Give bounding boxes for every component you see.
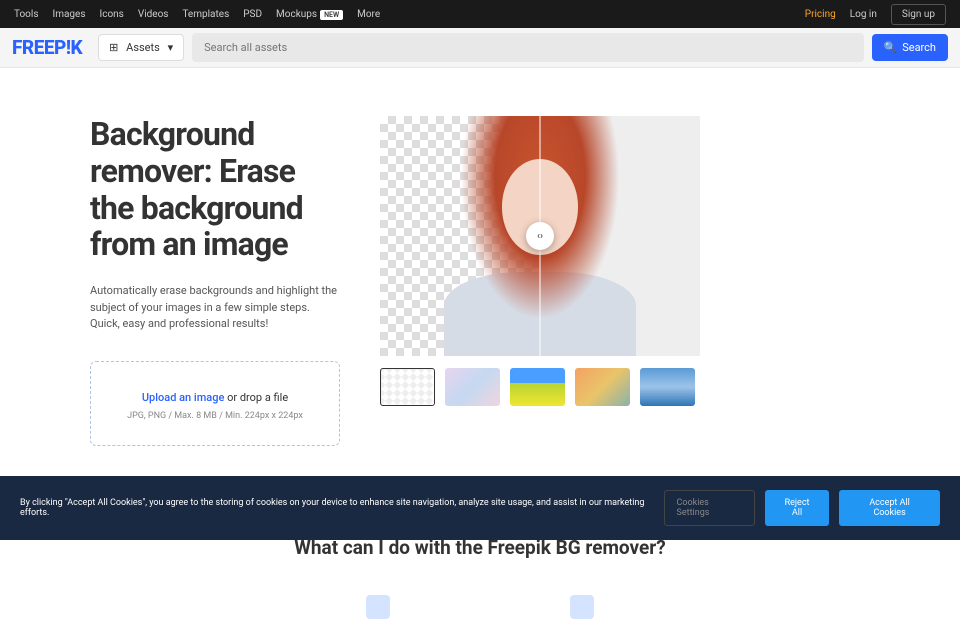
upload-hint: JPG, PNG / Max. 8 MB / Min. 224px x 224p… xyxy=(103,411,327,421)
reject-cookies-button[interactable]: Reject All xyxy=(765,490,829,526)
page-title: Background remover: Erase the background… xyxy=(90,116,340,263)
cookie-text: By clicking "Accept All Cookies", you ag… xyxy=(20,498,664,518)
thumb-sky[interactable] xyxy=(640,368,695,406)
chevron-down-icon: ▾ xyxy=(168,41,174,54)
hero-section: Background remover: Erase the background… xyxy=(70,116,890,446)
feature-icons xyxy=(0,595,960,619)
assets-dropdown[interactable]: ⊞ Assets ▾ xyxy=(98,34,184,61)
nav-pricing[interactable]: Pricing xyxy=(805,9,836,20)
nav-tools[interactable]: Tools xyxy=(14,9,38,20)
top-bar: Tools Images Icons Videos Templates PSD … xyxy=(0,0,960,28)
nav-videos[interactable]: Videos xyxy=(138,9,169,20)
feature-icon-1 xyxy=(366,595,390,619)
chevron-right-icon: › xyxy=(540,231,543,242)
features-section: What can I do with the Freepik BG remove… xyxy=(0,536,960,619)
nav-templates[interactable]: Templates xyxy=(182,9,229,20)
nav-mockups[interactable]: MockupsNEW xyxy=(276,9,343,20)
top-nav-right: Pricing Log in Sign up xyxy=(805,4,946,25)
grid-icon: ⊞ xyxy=(109,41,118,54)
preview-image[interactable]: ‹› xyxy=(380,116,700,356)
assets-label: Assets xyxy=(126,41,160,54)
thumb-gradient[interactable] xyxy=(575,368,630,406)
cookie-buttons: Cookies Settings Reject All Accept All C… xyxy=(664,490,940,526)
accept-cookies-button[interactable]: Accept All Cookies xyxy=(839,490,940,526)
thumb-pattern[interactable] xyxy=(445,368,500,406)
new-badge: NEW xyxy=(320,10,343,20)
upload-link[interactable]: Upload an image xyxy=(142,391,225,404)
nav-more[interactable]: More xyxy=(357,9,380,20)
upload-text: or drop a file xyxy=(224,391,288,404)
nav-images[interactable]: Images xyxy=(52,9,85,20)
logo[interactable]: FREEP!K xyxy=(12,36,82,59)
nav-icons[interactable]: Icons xyxy=(100,9,124,20)
feature-icon-2 xyxy=(570,595,594,619)
cookie-banner: By clicking "Accept All Cookies", you ag… xyxy=(0,476,960,540)
top-nav-left: Tools Images Icons Videos Templates PSD … xyxy=(14,9,380,20)
thumb-field[interactable] xyxy=(510,368,565,406)
search-button[interactable]: 🔍 Search xyxy=(872,34,949,61)
nav-psd[interactable]: PSD xyxy=(243,9,262,20)
search-input[interactable] xyxy=(192,33,863,62)
signup-button[interactable]: Sign up xyxy=(891,4,946,25)
search-icon: 🔍 xyxy=(884,41,898,54)
login-link[interactable]: Log in xyxy=(850,9,877,20)
upload-dropzone[interactable]: Upload an image or drop a file JPG, PNG … xyxy=(90,361,340,446)
search-button-label: Search xyxy=(902,41,936,54)
slider-handle[interactable]: ‹› xyxy=(526,222,554,250)
cookie-settings-button[interactable]: Cookies Settings xyxy=(664,490,755,526)
background-thumbnails xyxy=(380,368,870,406)
hero-right: ‹› xyxy=(380,116,870,446)
hero-left: Background remover: Erase the background… xyxy=(90,116,340,446)
page-subtitle: Automatically erase backgrounds and high… xyxy=(90,283,340,333)
navbar: FREEP!K ⊞ Assets ▾ 🔍 Search xyxy=(0,28,960,68)
thumb-transparent[interactable] xyxy=(380,368,435,406)
